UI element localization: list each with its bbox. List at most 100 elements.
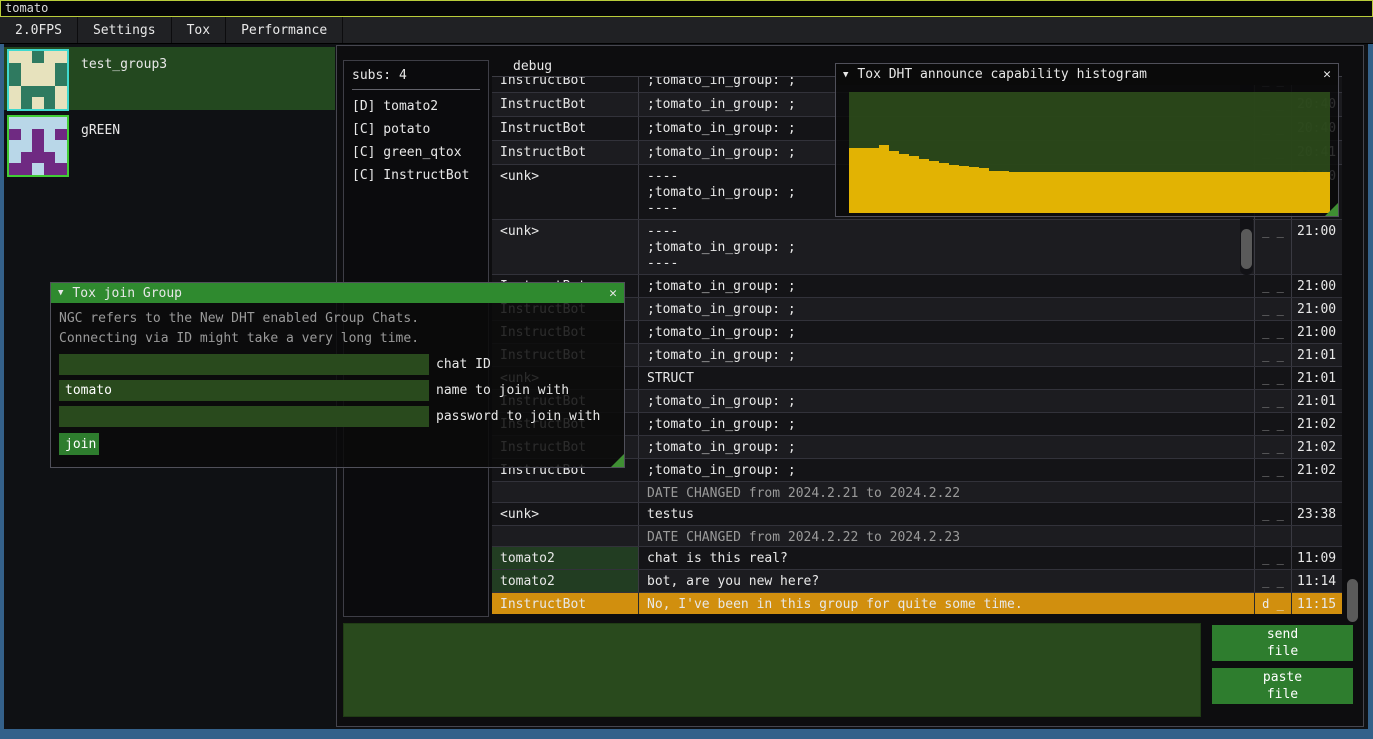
avatar-pixel bbox=[55, 152, 67, 164]
menu-item-2-0fps[interactable]: 2.0FPS bbox=[0, 17, 78, 43]
tab-debug[interactable]: debug bbox=[513, 59, 552, 74]
collapse-icon[interactable]: ▼ bbox=[843, 70, 848, 80]
message-cell: ;tomato_in_group: ; bbox=[638, 390, 1254, 412]
subs-separator bbox=[352, 89, 480, 90]
avatar-pixel bbox=[32, 74, 44, 86]
timestamp-cell: 21:01 bbox=[1291, 367, 1342, 389]
subs-member[interactable]: [C] green_qtox bbox=[352, 141, 480, 164]
avatar-pixel bbox=[44, 86, 56, 98]
receipt-cell: _ _ bbox=[1254, 413, 1291, 435]
subs-member[interactable]: [C] potato bbox=[352, 118, 480, 141]
message-line: chat is this real? bbox=[647, 551, 1248, 567]
join-input-name-to-join-with[interactable] bbox=[59, 380, 429, 401]
histogram-bar bbox=[1059, 172, 1069, 213]
histogram-bar bbox=[1139, 172, 1149, 213]
system-row[interactable]: DATE CHANGED from 2024.2.21 to 2024.2.22 bbox=[492, 482, 1342, 503]
timestamp-cell: 21:00 bbox=[1291, 321, 1342, 343]
avatar-pixel bbox=[32, 129, 44, 141]
avatar-pixel bbox=[55, 74, 67, 86]
histogram-bar bbox=[1310, 172, 1320, 213]
message-cell: ;tomato_in_group: ; bbox=[638, 321, 1254, 343]
send-file-button[interactable]: send file bbox=[1212, 625, 1353, 661]
sender-name-cell: InstructBot bbox=[492, 141, 638, 164]
avatar-pixel bbox=[21, 140, 33, 152]
histogram-bar bbox=[1099, 172, 1109, 213]
receipt-cell: _ _ bbox=[1254, 390, 1291, 412]
message-cell: ;tomato_in_group: ; bbox=[638, 275, 1254, 297]
sender-name-cell bbox=[492, 482, 638, 502]
join-field-row: chat ID bbox=[59, 354, 616, 375]
avatar-pixel bbox=[44, 129, 56, 141]
group-row-test_group3[interactable]: test_group3 bbox=[4, 47, 335, 110]
timestamp-cell: 21:00 bbox=[1291, 220, 1342, 274]
chat-message-row[interactable]: <unk>testus_ _23:38 bbox=[492, 503, 1342, 526]
close-icon[interactable]: ✕ bbox=[609, 286, 617, 301]
avatar-pixel bbox=[21, 63, 33, 75]
timestamp-cell: 21:02 bbox=[1291, 459, 1342, 481]
group-name: test_group3 bbox=[81, 57, 167, 108]
join-input-chat-id[interactable] bbox=[59, 354, 429, 375]
avatar-pixel bbox=[32, 163, 44, 175]
sender-name-cell: InstructBot bbox=[492, 77, 638, 92]
join-group-window: ▼ Tox join Group ✕ NGC refers to the New… bbox=[50, 282, 625, 468]
histogram-bar bbox=[949, 165, 959, 213]
avatar-pixel bbox=[9, 97, 21, 109]
collapse-icon[interactable]: ▼ bbox=[58, 288, 63, 298]
close-icon[interactable]: ✕ bbox=[1323, 67, 1331, 82]
resize-grip-icon[interactable] bbox=[611, 454, 624, 467]
sender-name-cell: <unk> bbox=[492, 165, 638, 219]
message-line: ;tomato_in_group: ; bbox=[647, 325, 1248, 341]
sender-name-cell: InstructBot bbox=[492, 93, 638, 116]
message-cell: STRUCT bbox=[638, 367, 1254, 389]
history-scrollbar-thumb[interactable] bbox=[1241, 229, 1252, 269]
join-input-password-to-join-with[interactable] bbox=[59, 406, 429, 427]
histogram-bar bbox=[1300, 172, 1310, 213]
avatar-pixel bbox=[55, 140, 67, 152]
join-window-titlebar[interactable]: ▼ Tox join Group ✕ bbox=[51, 283, 624, 303]
os-titlebar[interactable]: tomato bbox=[0, 0, 1373, 17]
group-avatar bbox=[7, 115, 69, 177]
resize-grip-icon[interactable] bbox=[1325, 203, 1338, 216]
subs-member[interactable]: [D] tomato2 bbox=[352, 95, 480, 118]
receipt-cell: _ _ bbox=[1254, 436, 1291, 458]
paste-file-button[interactable]: paste file bbox=[1212, 668, 1353, 704]
sender-name-cell: tomato2 bbox=[492, 547, 638, 569]
avatar-pixel bbox=[44, 117, 56, 129]
message-cell: ;tomato_in_group: ; bbox=[638, 344, 1254, 366]
timestamp-cell: 21:01 bbox=[1291, 390, 1342, 412]
avatar-pixel bbox=[44, 74, 56, 86]
menu-item-settings[interactable]: Settings bbox=[78, 17, 172, 43]
chat-message-row[interactable]: InstructBotNo, I've been in this group f… bbox=[492, 593, 1342, 614]
message-input[interactable] bbox=[343, 623, 1201, 717]
window-frame-right bbox=[1368, 44, 1373, 739]
avatar-pixel bbox=[32, 140, 44, 152]
avatar-pixel bbox=[21, 86, 33, 98]
chat-message-row[interactable]: <unk>----;tomato_in_group: ;----_ _21:00 bbox=[492, 220, 1342, 275]
avatar-pixel bbox=[44, 140, 56, 152]
chat-scrollbar-thumb[interactable] bbox=[1347, 579, 1358, 622]
histogram-bar bbox=[889, 151, 899, 213]
system-row[interactable]: DATE CHANGED from 2024.2.22 to 2024.2.23 bbox=[492, 526, 1342, 547]
menu-item-performance[interactable]: Performance bbox=[226, 17, 343, 43]
receipt-cell: _ _ bbox=[1254, 503, 1291, 525]
receipt-cell: _ _ bbox=[1254, 298, 1291, 320]
histogram-bar bbox=[979, 168, 989, 213]
receipt-cell bbox=[1254, 526, 1291, 546]
chat-message-row[interactable]: tomato2chat is this real?_ _11:09 bbox=[492, 547, 1342, 570]
message-cell: DATE CHANGED from 2024.2.22 to 2024.2.23 bbox=[638, 526, 1254, 546]
subs-member[interactable]: [C] InstructBot bbox=[352, 164, 480, 187]
menu-item-tox[interactable]: Tox bbox=[172, 17, 226, 43]
message-line: ;tomato_in_group: ; bbox=[647, 279, 1248, 295]
chat-message-row[interactable]: tomato2bot, are you new here?_ _11:14 bbox=[492, 570, 1342, 593]
join-hint-line1: NGC refers to the New DHT enabled Group … bbox=[59, 309, 616, 329]
join-button[interactable]: join bbox=[59, 433, 99, 455]
join-field-label: name to join with bbox=[436, 383, 569, 398]
message-line: ;tomato_in_group: ; bbox=[647, 440, 1248, 456]
sender-name-cell bbox=[492, 526, 638, 546]
histogram-bar bbox=[1200, 172, 1210, 213]
menubar: 2.0FPSSettingsToxPerformance bbox=[0, 17, 1373, 44]
group-avatar bbox=[7, 49, 69, 111]
histogram-bar bbox=[1119, 172, 1129, 213]
group-row-gREEN[interactable]: gREEN bbox=[4, 113, 335, 173]
histogram-window-titlebar[interactable]: ▼ Tox DHT announce capability histogram … bbox=[836, 64, 1338, 85]
